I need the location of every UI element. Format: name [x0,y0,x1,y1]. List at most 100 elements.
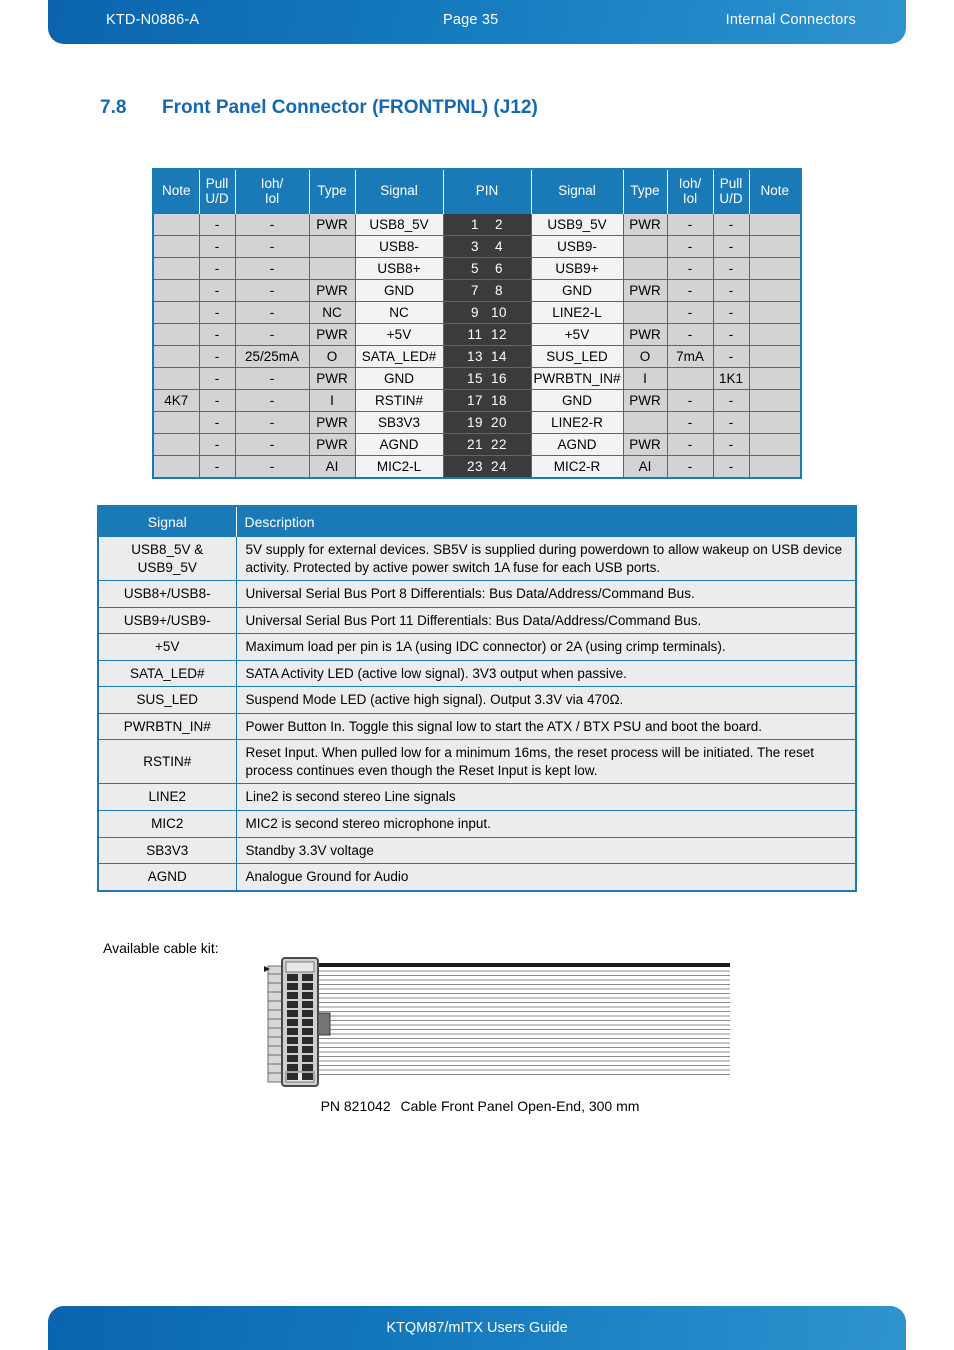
pin-number-even: 24 [490,459,508,474]
cell-pull-left: - [198,279,236,302]
table-row: SB3V3 Standby 3.3V voltage [97,836,857,865]
cell-ioh-right: - [666,455,714,479]
cell-type-right [622,235,668,258]
cell-type-right: O [622,345,668,368]
cell-ioh-right [666,367,714,390]
cell-signal-name: AGND [97,863,237,892]
col-ioh-right: Ioh/Iol [666,169,714,214]
table-row: - - PWR SB3V3 19 20 LINE2-R - - [152,411,802,434]
col-type-left: Type [308,169,356,214]
cell-signal-description: Power Button In. Toggle this signal low … [235,712,857,741]
header-section-name: Internal Connectors [725,12,856,28]
cell-pull-left: - [198,389,236,412]
cell-signal-name: MIC2 [97,810,237,838]
cell-type-right: PWR [622,279,668,302]
cell-type-left: NC [308,301,356,324]
cable-caption-text: Cable Front Panel Open-End, 300 mm [400,1098,640,1114]
cell-signal-description: Maximum load per pin is 1A (using IDC co… [235,633,857,661]
cell-pin-numbers: 19 20 [442,411,532,434]
cell-ioh-right: - [666,323,714,346]
cable-part-number: PN 821042 [320,1098,391,1114]
section-title-text: Front Panel Connector (FRONTPNL) (J12) [162,97,538,118]
cell-signal-right: USB9_5V [530,213,624,236]
cell-pin-numbers: 11 12 [442,323,532,346]
cell-pull-right: - [712,411,750,434]
cell-pin-numbers: 13 14 [442,345,532,368]
pin-number-even: 8 [494,283,503,298]
table-row: - - PWR GND 15 16 PWRBTN_IN# I 1K1 [152,367,802,390]
cell-signal-right: AGND [530,433,624,456]
cell-signal-name: SUS_LED [97,686,237,714]
cell-signal-right: PWRBTN_IN# [530,367,624,390]
cable-kit-label: Available cable kit: [103,940,219,956]
cell-ioh-right: - [666,433,714,456]
cell-note-right [748,455,802,479]
cell-type-left: AI [308,455,356,479]
pin-number-even: 6 [494,261,503,276]
cell-signal-right: USB9+ [530,257,624,280]
cell-signal-description: Reset Input. When pulled low for a minim… [235,739,857,785]
cell-ioh-left: - [234,301,310,324]
cell-note-left [152,279,200,302]
cell-pull-right: - [712,301,750,324]
table-row: 4K7- - I RSTIN# 17 18 GND PWR - - [152,389,802,412]
cell-type-right [622,411,668,434]
ribbon-cable-body [306,963,730,1084]
cell-type-right: I [622,367,668,390]
cell-note-right [748,257,802,280]
cell-ioh-left: - [234,235,310,258]
pin-number-odd: 21 [466,437,484,452]
col-note-right: Note [748,169,801,214]
cell-type-left [308,235,356,258]
cell-type-left: I [308,389,356,412]
cell-type-right: PWR [622,213,668,236]
table-row: USB8+/USB8- Universal Serial Bus Port 8 D… [97,580,857,608]
pin-assignment-table: Note Pull U/D Ioh/Iol Type Signal PIN Sig… [152,168,802,479]
cell-note-left [152,367,200,390]
pin-number-even: 4 [494,239,503,254]
cell-note-left [152,345,200,368]
cell-signal-right: GND [530,279,624,302]
cell-ioh-right: 7mA [666,345,714,368]
pin-number-even: 10 [490,305,508,320]
cell-signal-description: Suspend Mode LED (active high signal). O… [235,686,857,714]
cell-signal-name: SB3V3 [97,836,237,865]
col-type-right: Type [622,169,668,214]
table-row: - - PWR USB8_5V 1 2 USB9_5V PWR - - [152,213,802,236]
cell-pull-left: - [198,433,236,456]
cell-signal-right: MIC2-R [530,455,624,479]
cell-pin-numbers: 56 [442,257,532,280]
cell-ioh-right: - [666,411,714,434]
desc-table-header-row: Signal Description [98,506,856,537]
cell-pull-left: - [198,301,236,324]
table-row: LINE2 Line2 is second stereo Line signals [97,783,857,812]
cell-note-right [748,279,802,302]
cell-type-right [622,301,668,324]
cell-pin-numbers: 15 16 [442,367,532,390]
cell-signal-right: GND [530,389,624,412]
pin-table-header-row: Note Pull U/D Ioh/Iol Type Signal PIN Sig… [153,169,801,214]
pin-number-odd: 23 [466,459,484,474]
cell-ioh-right: - [666,257,714,280]
cell-note-right [748,367,802,390]
cell-pin-numbers: 9 10 [442,301,532,324]
cell-pull-right: - [712,235,750,258]
cell-ioh-left: - [234,389,310,412]
col-ioh-left: Ioh/Iol [234,169,310,214]
cell-signal-name: PWRBTN_IN# [97,712,237,741]
pin-number-even: 2 [494,217,503,232]
page-footer-bar: KTQM87/mITX Users Guide [48,1306,906,1350]
cell-ioh-left: - [234,213,310,236]
cell-pull-right: - [712,455,750,479]
header-page-number: Page 35 [443,12,499,28]
cell-note-left [152,433,200,456]
cell-pull-left: - [198,323,236,346]
cell-ioh-left: - [234,257,310,280]
cell-note-right [748,213,802,236]
col-note-left: Note [153,169,200,214]
cell-signal-description: Standby 3.3V voltage [235,836,857,865]
table-row: AGND Analogue Ground for Audio [97,863,857,892]
cell-signal-left: GND [354,279,444,302]
cell-signal-left: USB8+ [354,257,444,280]
pin-number-odd: 19 [466,415,484,430]
